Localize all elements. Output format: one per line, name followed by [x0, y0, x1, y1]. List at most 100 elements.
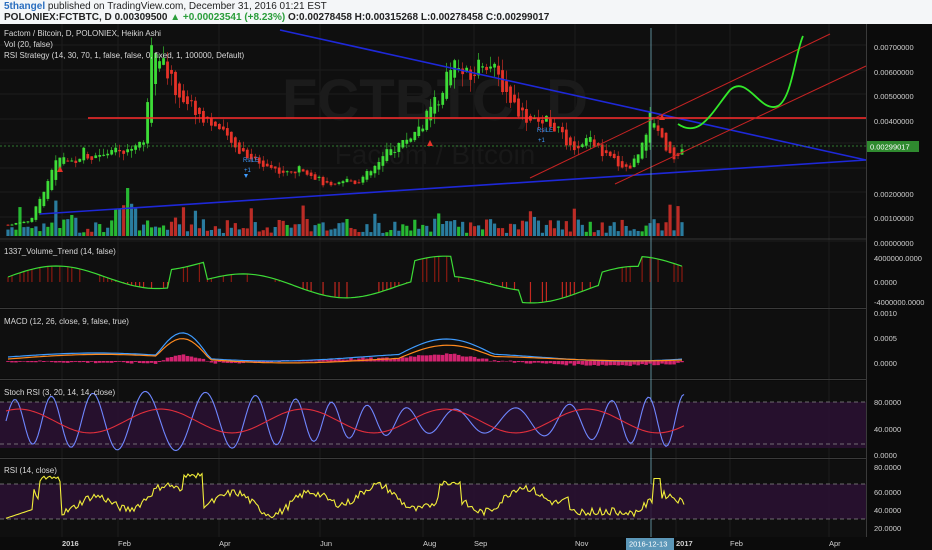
macd-hist-bar	[656, 361, 660, 366]
volume-bar	[532, 216, 537, 236]
volume-bar	[50, 222, 54, 236]
volume-bar	[508, 223, 513, 236]
candle-body	[393, 151, 397, 153]
volume-bar	[560, 229, 564, 236]
candle-body	[437, 104, 441, 106]
volume-bar	[516, 229, 521, 236]
main-legend[interactable]: Factom / Bitcoin, D, POLONIEX, Heikin As…	[4, 29, 161, 38]
volume-bar	[114, 208, 118, 236]
volume-bar	[26, 226, 30, 236]
macd-hist-bar	[197, 358, 202, 362]
vol-legend[interactable]: Vol (20, false)	[4, 40, 53, 49]
volume-bar	[134, 208, 138, 236]
candle-body	[604, 150, 608, 154]
candle-body	[564, 129, 568, 146]
macd-hist-bar	[177, 355, 182, 362]
candle-body	[584, 138, 588, 146]
candle-body	[477, 59, 481, 76]
vt-tick: 0.0000	[874, 278, 897, 287]
macd-hist-bar	[552, 361, 557, 365]
volume-bar	[604, 232, 608, 236]
macd-hist-bar	[584, 361, 589, 366]
crosshair-date: 2016-12-13	[629, 540, 667, 549]
candle-body	[202, 110, 205, 123]
volume-bar	[588, 221, 592, 236]
candle-body	[74, 160, 78, 163]
macd-hist-bar	[588, 361, 593, 366]
volume-bar	[193, 210, 198, 236]
macd-hist-bar	[401, 357, 405, 362]
macd-hist-bar	[101, 361, 106, 363]
macd-pane[interactable]	[0, 310, 866, 378]
macd-hist-bar	[620, 361, 624, 366]
candle-body	[225, 128, 229, 136]
candle-body	[345, 178, 349, 183]
volume-bar	[496, 228, 501, 236]
candle-body	[513, 94, 516, 103]
volume-bar	[245, 228, 249, 236]
macd-hist-bar	[149, 361, 154, 363]
macd-hist-bar	[30, 361, 34, 363]
candle-body	[229, 131, 233, 143]
candle-body	[501, 70, 504, 93]
macd-legend[interactable]: MACD (12, 26, close, 9, false, true)	[4, 317, 129, 326]
price-change: ▲ +0.00023541 (+8.23%)	[170, 12, 286, 23]
macd-hist-bar	[672, 361, 676, 365]
ohlc-values: O:0.00278458 H:0.00315268 L:0.00278458 C…	[287, 12, 550, 23]
macd-tick: 0.0010	[874, 309, 897, 318]
volume-bar	[126, 188, 130, 236]
volume-bar	[141, 224, 146, 236]
candle-body	[261, 160, 265, 167]
macd-hist-bar	[548, 361, 553, 364]
macd-hist-bar	[181, 354, 186, 362]
rsi-strategy-legend[interactable]: RSI Strategy (14, 30, 70, 1, false, fals…	[4, 51, 244, 60]
macd-hist-bar	[532, 361, 537, 363]
volume-bar	[337, 223, 341, 236]
volume-bar	[197, 228, 202, 236]
macd-hist-bar	[205, 360, 210, 362]
volume-bar	[580, 224, 584, 236]
volume-bar	[644, 225, 648, 236]
volume-bar	[584, 231, 588, 236]
rsi-legend[interactable]: RSI (14, close)	[4, 466, 57, 475]
volume-bar	[293, 224, 297, 236]
candle-body	[138, 141, 142, 148]
volume-bar	[640, 231, 644, 236]
description-watermark: Factom / Bitcoin	[335, 139, 536, 170]
volume-bar	[624, 225, 628, 236]
candle-body	[186, 96, 189, 105]
candle-body	[541, 119, 544, 124]
macd-hist-bar	[428, 355, 433, 362]
volume-bar	[377, 222, 381, 236]
candle-body	[449, 70, 453, 86]
volume-bar	[421, 224, 425, 236]
candle-body	[481, 66, 484, 68]
macd-hist-bar	[636, 361, 640, 366]
macd-hist-bar	[213, 361, 218, 364]
macd-hist-bar	[652, 361, 656, 366]
volume-bar	[504, 232, 509, 236]
macd-hist-bar	[460, 356, 465, 362]
volume-trend-pane[interactable]	[0, 240, 866, 307]
volume-bar	[277, 219, 281, 236]
time-label: 2016	[62, 539, 79, 548]
macd-hist-bar	[580, 361, 585, 365]
macd-hist-bar	[564, 361, 569, 366]
candle-body	[664, 132, 668, 151]
author-link[interactable]: 5thangel	[4, 1, 45, 12]
volume-bar	[449, 221, 453, 236]
candle-body	[552, 122, 556, 132]
candle-body	[221, 126, 225, 130]
macd-tick: 0.0005	[874, 334, 897, 343]
price-tick: 0.00000000	[874, 239, 914, 248]
volume-bar	[317, 223, 321, 236]
volume-trend-legend[interactable]: 1337_Volume_Trend (14, false)	[4, 247, 116, 256]
macd-hist-bar	[592, 361, 597, 366]
volume-bar	[58, 227, 62, 236]
volume-bar	[349, 227, 353, 236]
candle-body	[548, 118, 552, 127]
macd-hist-bar	[576, 361, 581, 365]
stoch-legend[interactable]: Stoch RSI (3, 20, 14, 14, close)	[4, 388, 116, 397]
volume-bar	[664, 222, 668, 236]
chart-canvas[interactable]: FCTBTC, D Factom / Bitcoin RsiLE +1 RsiL…	[0, 24, 932, 550]
